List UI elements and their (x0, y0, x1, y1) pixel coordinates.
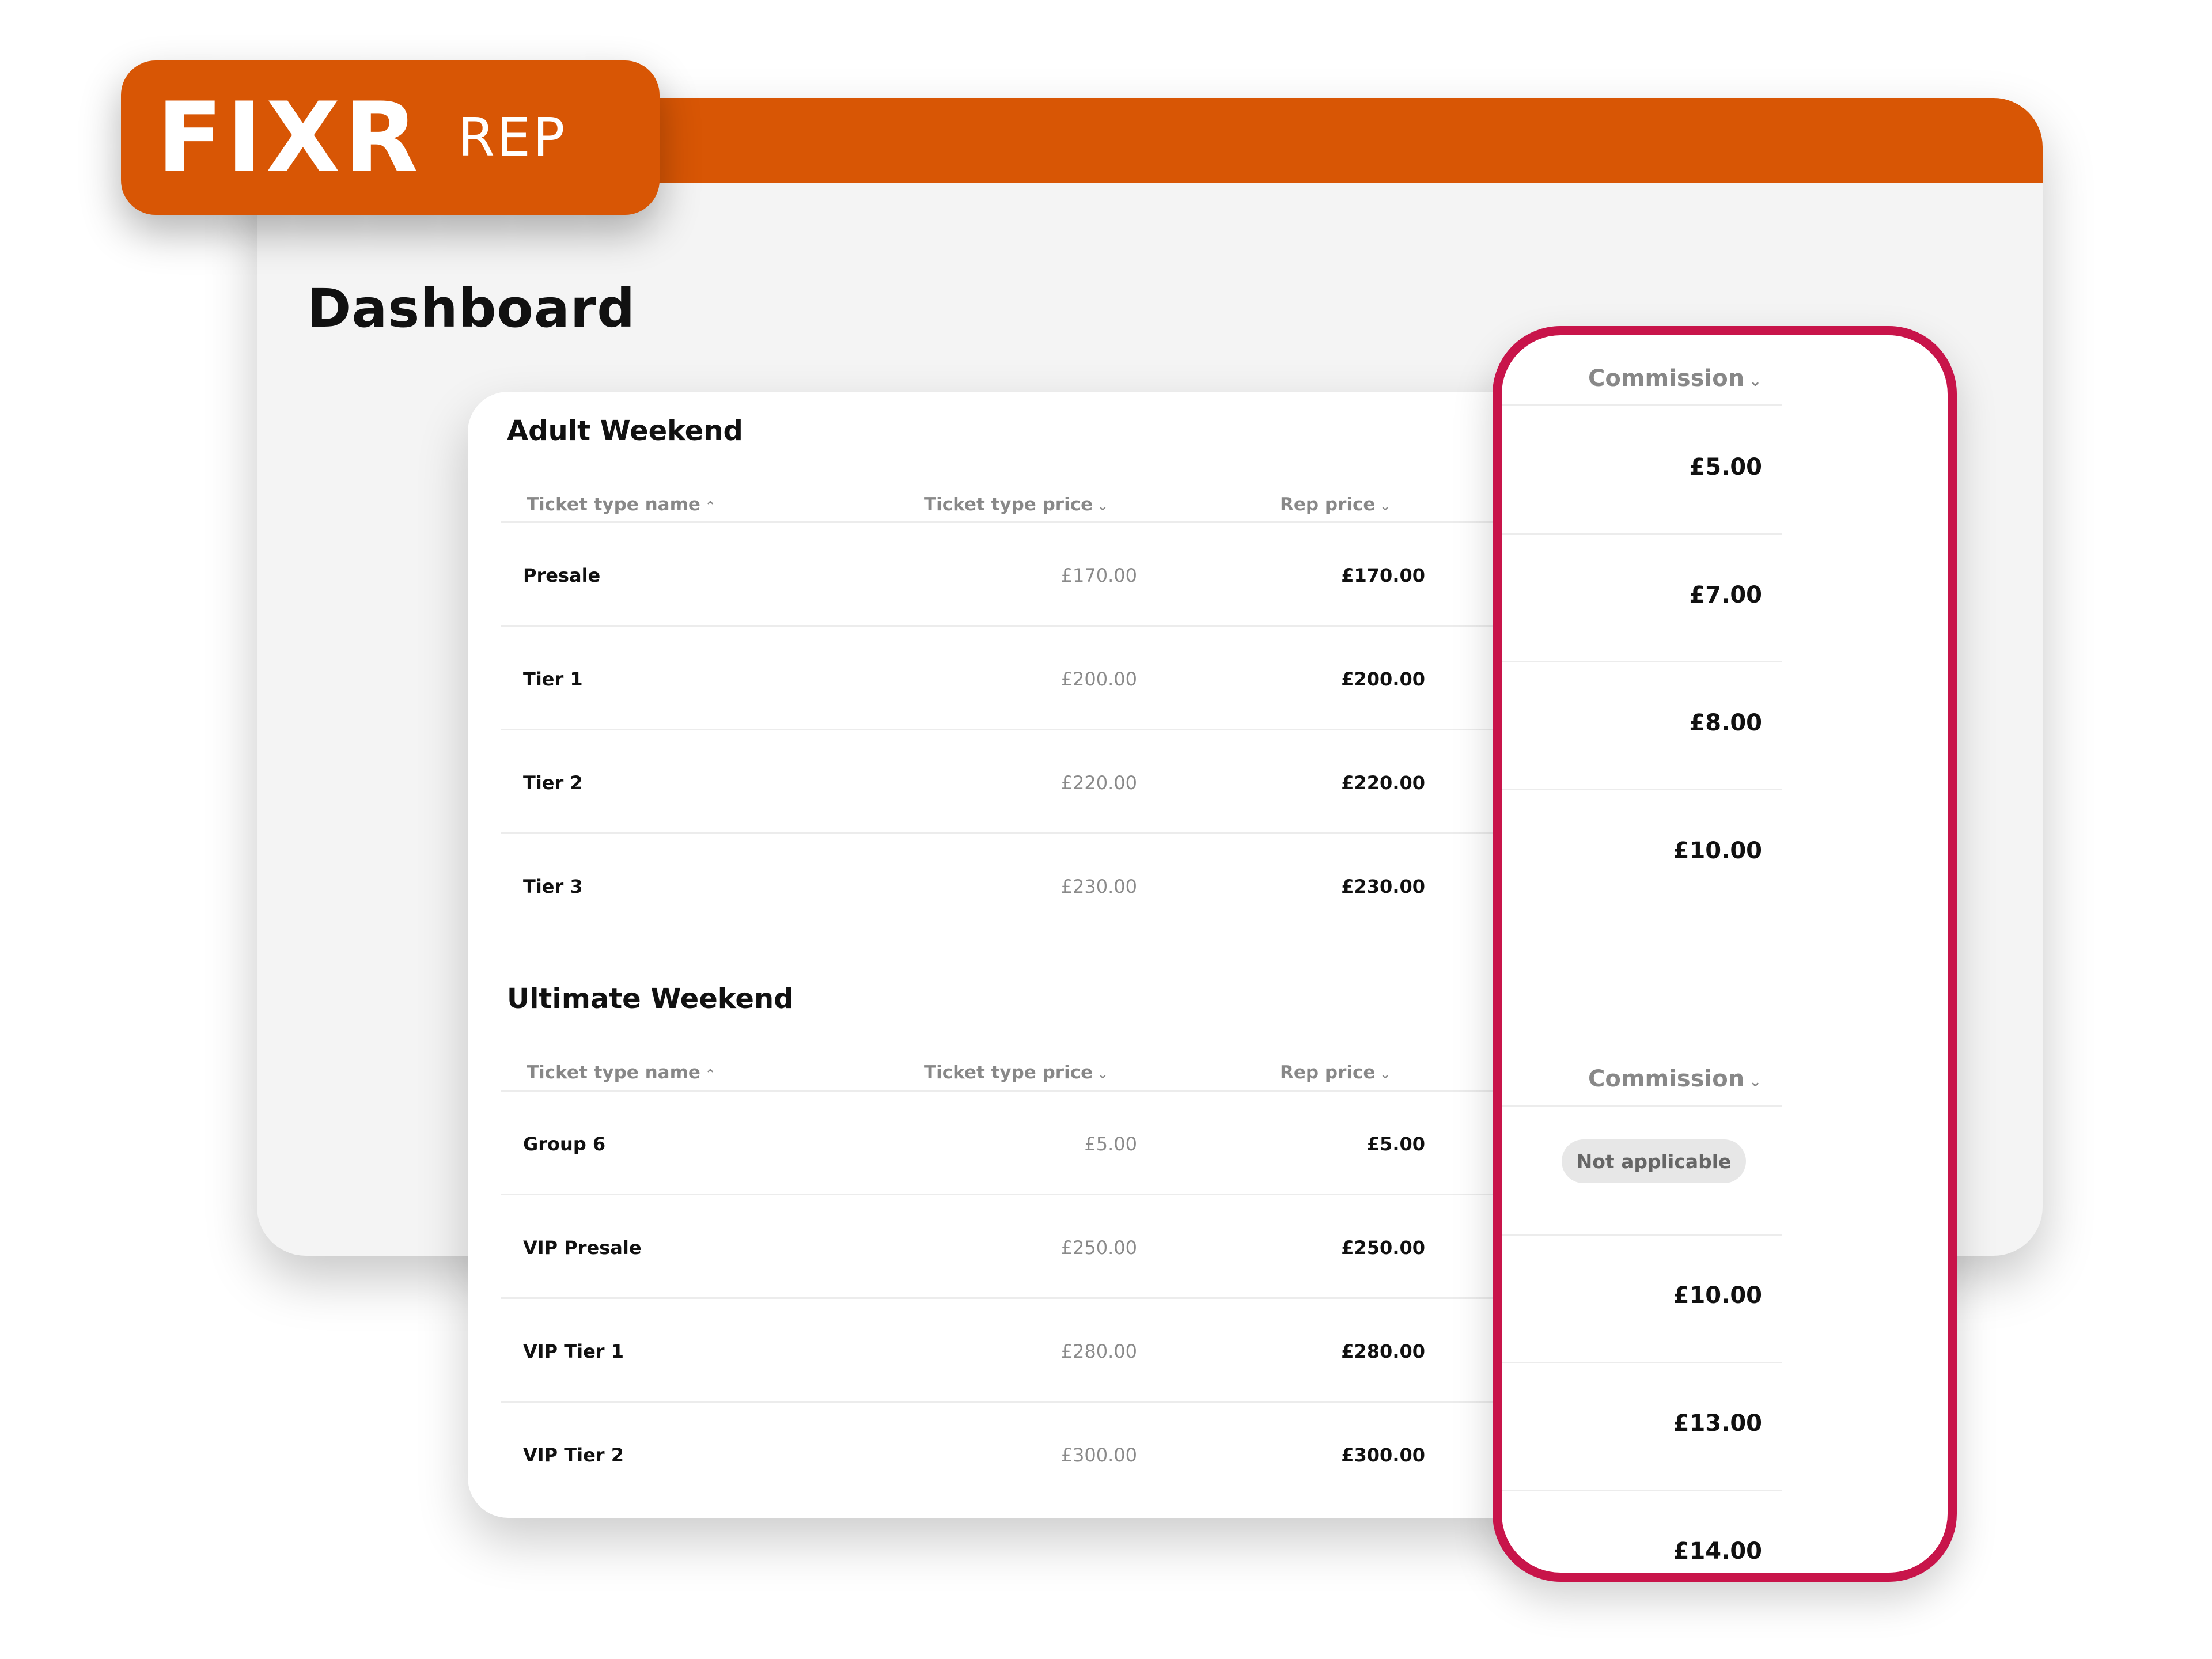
row-rep-group-6: £5.00 (1366, 1133, 1425, 1155)
column-header-commission[interactable]: Commission ⌄ (1588, 1066, 1762, 1092)
column-header-rep-price[interactable]: Rep price ⌄ (1280, 494, 1391, 515)
commission-value-tier-2: £8.00 (1689, 710, 1762, 736)
section-title-adult-weekend: Adult Weekend (507, 415, 743, 447)
row-divider (1502, 533, 1782, 535)
chevron-up-icon: ⌃ (704, 499, 716, 514)
row-divider (1502, 1234, 1782, 1236)
header-divider (501, 1090, 1580, 1092)
row-price-vip-tier-1: £280.00 (1060, 1340, 1137, 1362)
commission-highlight-card: Commission ⌄ £5.00 £7.00 £8.00 £10.00 Com… (1493, 326, 1957, 1582)
column-header-ticket-type-name[interactable]: Ticket type name ⌃ (527, 494, 715, 515)
chevron-down-icon: ⌄ (1097, 1067, 1108, 1082)
ticket-types-card: Adult Weekend Ticket type name ⌃ Ticket t… (468, 392, 1580, 1518)
row-name-tier-1: Tier 1 (523, 668, 583, 690)
row-name-tier-3: Tier 3 (523, 876, 583, 897)
column-header-label: Ticket type name (527, 1062, 700, 1083)
row-name-group-6: Group 6 (523, 1133, 606, 1155)
column-header-label: Rep price (1280, 1062, 1376, 1083)
column-header-ticket-type-price[interactable]: Ticket type price ⌄ (924, 1062, 1108, 1083)
row-divider (501, 625, 1580, 627)
row-rep-vip-tier-2: £300.00 (1341, 1444, 1425, 1466)
row-price-tier-1: £200.00 (1060, 668, 1137, 690)
brand-logo-tag: FIXR REP (121, 60, 660, 215)
row-name-tier-2: Tier 2 (523, 772, 583, 794)
chevron-down-icon: ⌄ (1749, 1073, 1762, 1090)
row-divider (1502, 1362, 1782, 1363)
column-header-commission[interactable]: Commission ⌄ (1588, 365, 1762, 392)
row-divider (501, 1401, 1580, 1403)
row-rep-tier-2: £220.00 (1341, 772, 1425, 794)
row-price-presale: £170.00 (1060, 565, 1137, 586)
row-name-vip-tier-1: VIP Tier 1 (523, 1340, 624, 1362)
column-header-ticket-type-name[interactable]: Ticket type name ⌃ (527, 1062, 715, 1083)
column-header-label: Ticket type name (527, 494, 700, 515)
page-title: Dashboard (307, 278, 636, 339)
column-header-rep-price[interactable]: Rep price ⌄ (1280, 1062, 1391, 1083)
row-divider (501, 729, 1580, 730)
rep-label: REP (458, 107, 567, 168)
commission-value-vip-presale: £10.00 (1673, 1282, 1762, 1309)
row-rep-vip-tier-1: £280.00 (1341, 1340, 1425, 1362)
row-price-group-6: £5.00 (1084, 1133, 1137, 1155)
commission-value-tier-3: £10.00 (1673, 838, 1762, 864)
column-header-label: Commission (1588, 1066, 1745, 1092)
header-divider (501, 521, 1580, 523)
column-header-label: Commission (1588, 365, 1745, 392)
commission-value-vip-tier-1: £13.00 (1673, 1410, 1762, 1437)
chevron-down-icon: ⌄ (1749, 373, 1762, 390)
row-rep-tier-1: £200.00 (1341, 668, 1425, 690)
row-rep-tier-3: £230.00 (1341, 876, 1425, 897)
column-header-ticket-type-price[interactable]: Ticket type price ⌄ (924, 494, 1108, 515)
row-rep-vip-presale: £250.00 (1341, 1237, 1425, 1259)
row-name-presale: Presale (523, 565, 601, 586)
commission-value-vip-tier-2: £14.00 (1673, 1538, 1762, 1565)
column-header-label: Ticket type price (924, 494, 1093, 515)
section-title-ultimate-weekend: Ultimate Weekend (507, 983, 794, 1015)
row-price-vip-tier-2: £300.00 (1060, 1444, 1137, 1466)
header-divider (1502, 404, 1782, 406)
row-price-tier-2: £220.00 (1060, 772, 1137, 794)
commission-value-presale: £5.00 (1689, 454, 1762, 480)
header-divider (1502, 1105, 1782, 1107)
row-rep-presale: £170.00 (1341, 565, 1425, 586)
fixr-logo: FIXR (157, 81, 422, 194)
row-price-tier-3: £230.00 (1060, 876, 1137, 897)
row-price-vip-presale: £250.00 (1060, 1237, 1137, 1259)
row-divider (1502, 661, 1782, 662)
column-header-label: Rep price (1280, 494, 1376, 515)
chevron-up-icon: ⌃ (704, 1067, 716, 1082)
chevron-down-icon: ⌄ (1380, 499, 1391, 514)
row-divider (1502, 1490, 1782, 1491)
row-divider (501, 1194, 1580, 1195)
chevron-down-icon: ⌄ (1097, 499, 1108, 514)
row-divider (1502, 789, 1782, 790)
row-divider (501, 1297, 1580, 1299)
row-name-vip-presale: VIP Presale (523, 1237, 642, 1259)
not-applicable-badge: Not applicable (1562, 1139, 1746, 1183)
commission-value-tier-1: £7.00 (1689, 582, 1762, 608)
chevron-down-icon: ⌄ (1380, 1067, 1391, 1082)
row-divider (501, 832, 1580, 834)
column-header-label: Ticket type price (924, 1062, 1093, 1083)
row-name-vip-tier-2: VIP Tier 2 (523, 1444, 624, 1466)
